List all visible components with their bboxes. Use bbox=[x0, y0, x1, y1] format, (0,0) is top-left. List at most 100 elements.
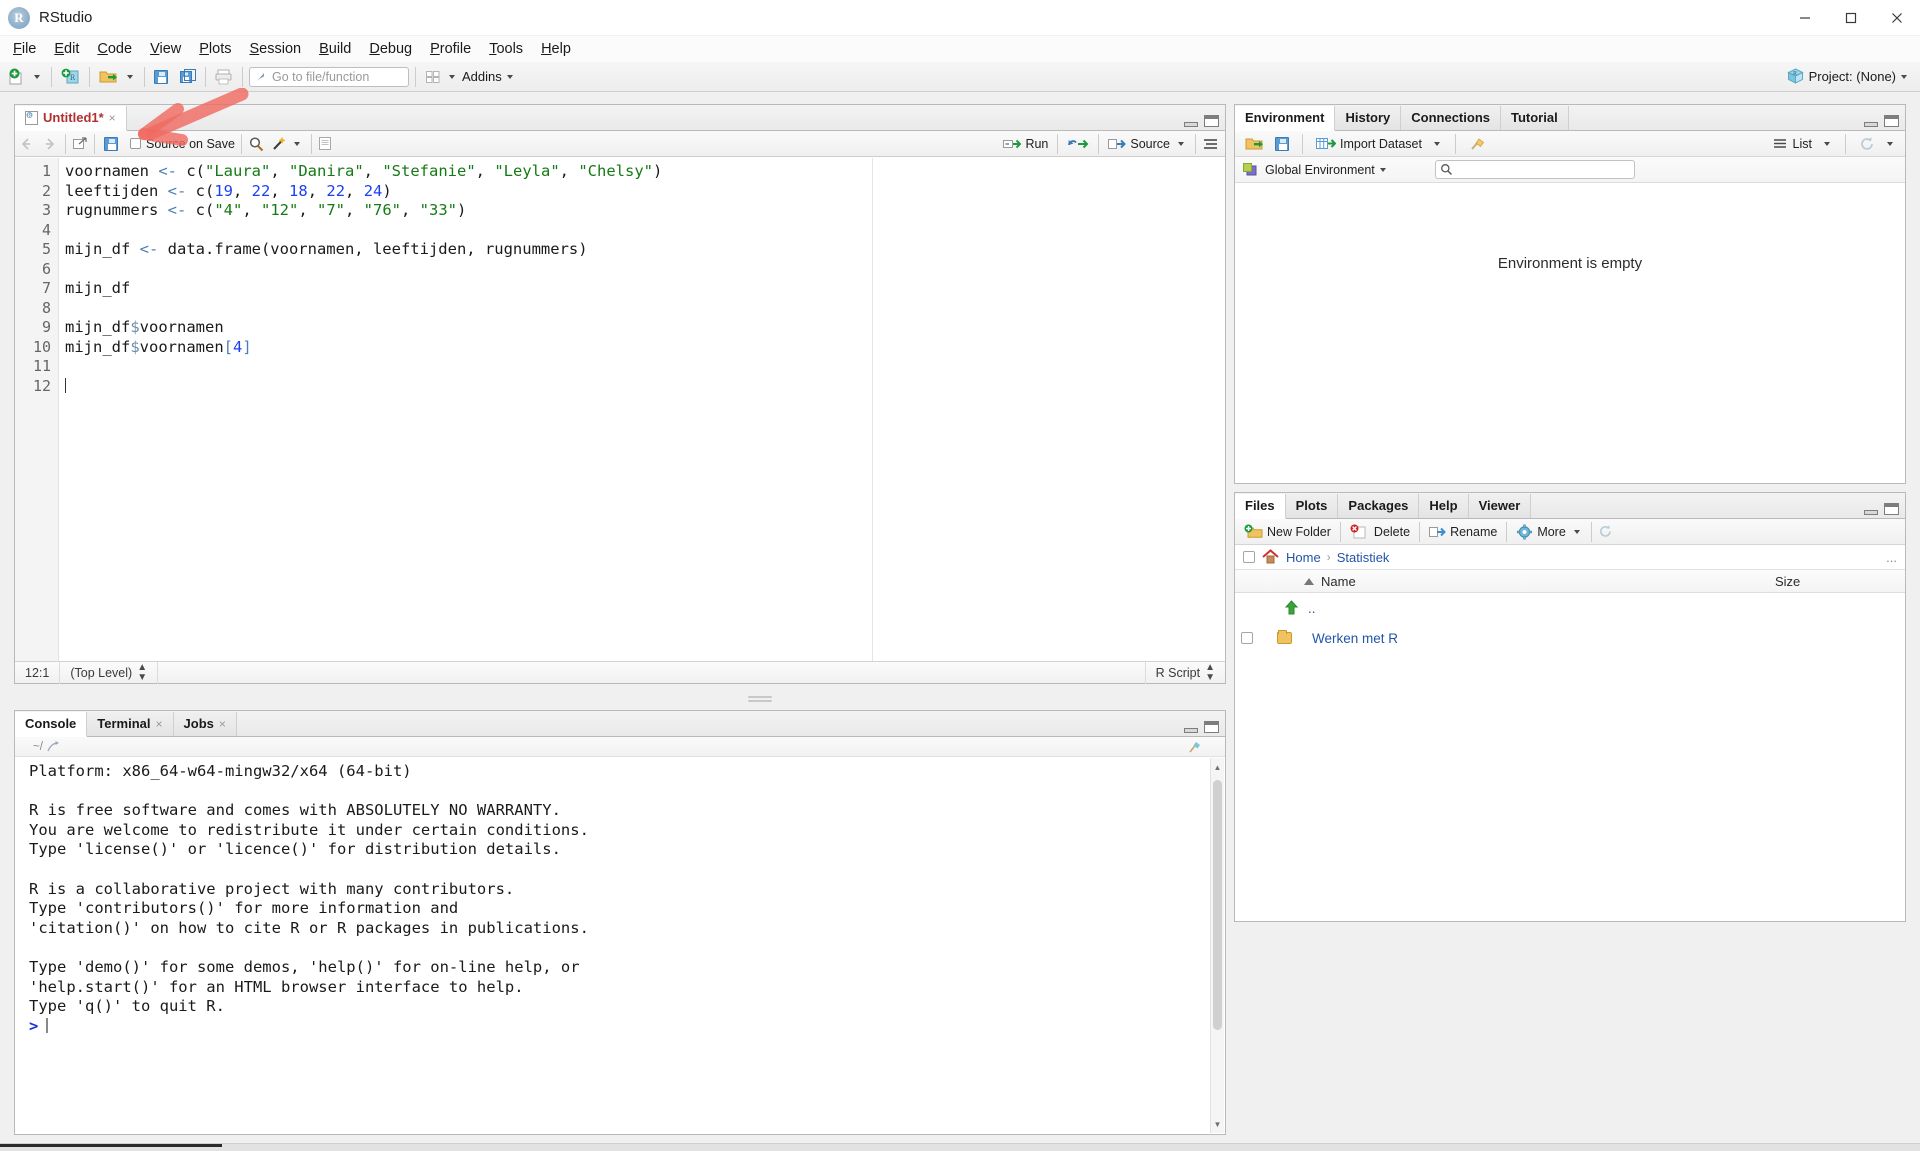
print-button[interactable] bbox=[212, 67, 236, 87]
source-on-save-checkbox[interactable] bbox=[130, 138, 141, 149]
code-line[interactable]: voornamen <- c("Laura", "Danira", "Stefa… bbox=[65, 162, 1225, 182]
search-icon[interactable] bbox=[248, 136, 265, 152]
compile-report-icon[interactable] bbox=[318, 136, 332, 151]
new-project-button[interactable]: R bbox=[58, 66, 83, 87]
list-item-name[interactable]: Werken met R bbox=[1312, 631, 1398, 646]
source-button[interactable]: Source bbox=[1105, 135, 1173, 153]
show-in-new-window-icon[interactable] bbox=[72, 136, 88, 151]
code-line[interactable] bbox=[65, 299, 1225, 319]
tab-history[interactable]: History bbox=[1335, 106, 1402, 130]
breadcrumb-overflow[interactable]: ... bbox=[1886, 550, 1897, 565]
minimize-pane-icon[interactable] bbox=[1184, 728, 1198, 733]
refresh-environment-button[interactable] bbox=[1856, 134, 1878, 154]
tab-files[interactable]: Files bbox=[1235, 494, 1286, 519]
list-item-name[interactable]: .. bbox=[1308, 601, 1316, 616]
forward-arrow-icon[interactable] bbox=[38, 137, 55, 151]
close-icon[interactable]: × bbox=[156, 717, 163, 731]
tab-tutorial[interactable]: Tutorial bbox=[1501, 106, 1569, 130]
file-type-selector[interactable]: R Script ▲ ▼ bbox=[1144, 661, 1225, 684]
code-line[interactable]: rugnummers <- c("4", "12", "7", "76", "3… bbox=[65, 201, 1225, 221]
refresh-icon[interactable] bbox=[1598, 524, 1613, 539]
console-path-label[interactable]: ~/ bbox=[33, 741, 43, 753]
import-dataset-dropdown-icon[interactable] bbox=[1433, 141, 1440, 146]
tab-console[interactable]: Console bbox=[15, 712, 88, 737]
project-selector[interactable]: R Project: (None) bbox=[1786, 68, 1912, 85]
back-arrow-icon[interactable] bbox=[21, 137, 38, 151]
code-line[interactable]: mijn_df$voornamen[4] bbox=[65, 338, 1225, 358]
code-line[interactable] bbox=[65, 377, 1225, 397]
import-dataset-button[interactable]: Import Dataset bbox=[1313, 134, 1425, 154]
tab-packages[interactable]: Packages bbox=[1338, 494, 1420, 518]
rerun-button[interactable] bbox=[1064, 135, 1092, 153]
close-icon[interactable]: × bbox=[219, 717, 226, 731]
scrollbar-thumb[interactable] bbox=[1213, 780, 1222, 1030]
row-checkbox[interactable] bbox=[1241, 632, 1253, 644]
list-item[interactable]: .. bbox=[1235, 593, 1905, 623]
menu-debug[interactable]: Debug bbox=[360, 38, 421, 60]
minimize-pane-icon[interactable] bbox=[1864, 122, 1878, 127]
save-workspace-button[interactable] bbox=[1272, 135, 1292, 153]
addins-dropdown-icon[interactable] bbox=[506, 74, 513, 79]
menu-help[interactable]: Help bbox=[532, 38, 580, 60]
tab-jobs[interactable]: Jobs × bbox=[173, 712, 237, 736]
panes-dropdown-icon[interactable] bbox=[449, 74, 455, 79]
broom-icon[interactable] bbox=[1187, 740, 1203, 754]
list-dropdown-icon[interactable] bbox=[1824, 141, 1830, 146]
environment-view-mode-button[interactable]: List bbox=[1769, 135, 1815, 153]
pane-splitter-handle[interactable] bbox=[748, 694, 772, 702]
menu-session[interactable]: Session bbox=[241, 38, 311, 60]
select-all-checkbox[interactable] bbox=[1243, 551, 1255, 563]
console-scrollbar[interactable]: ▲ ▼ bbox=[1210, 758, 1224, 1133]
code-line[interactable]: mijn_df bbox=[65, 279, 1225, 299]
run-button[interactable]: Run bbox=[1000, 135, 1051, 153]
breadcrumb-home[interactable]: Home bbox=[1286, 550, 1321, 565]
new-file-dropdown-icon[interactable] bbox=[34, 74, 40, 79]
close-icon[interactable]: × bbox=[109, 111, 116, 125]
tab-viewer[interactable]: Viewer bbox=[1468, 494, 1532, 518]
code-editor[interactable]: 1 2 3 4 5 6 7 8 9 10 11 12 voornamen <- c("Laura", … bbox=[15, 158, 1225, 661]
scroll-up-icon[interactable]: ▲ bbox=[1211, 760, 1224, 774]
source-on-save-toggle[interactable]: Source on Save bbox=[130, 137, 235, 151]
code-line[interactable] bbox=[65, 357, 1225, 377]
minimize-button[interactable] bbox=[1782, 0, 1828, 36]
project-dropdown-icon[interactable] bbox=[1901, 74, 1907, 79]
scroll-down-icon[interactable]: ▼ bbox=[1211, 1117, 1224, 1131]
tab-environment[interactable]: Environment bbox=[1235, 106, 1336, 131]
refresh-dropdown-icon[interactable] bbox=[1887, 141, 1893, 146]
code-line[interactable] bbox=[65, 221, 1225, 241]
maximize-pane-icon[interactable] bbox=[1884, 115, 1899, 127]
code-line[interactable]: mijn_df <- data.frame(voornamen, leeftij… bbox=[65, 240, 1225, 260]
breadcrumb-current[interactable]: Statistiek bbox=[1337, 550, 1390, 565]
delete-button[interactable]: Delete bbox=[1347, 522, 1413, 542]
environment-scope-dropdown-icon[interactable] bbox=[1379, 167, 1386, 172]
save-all-button[interactable] bbox=[177, 67, 199, 87]
menu-tools[interactable]: Tools bbox=[480, 38, 532, 60]
document-outline-icon[interactable] bbox=[1202, 137, 1219, 151]
maximize-button[interactable] bbox=[1828, 0, 1874, 36]
maximize-pane-icon[interactable] bbox=[1884, 503, 1899, 515]
popout-icon[interactable] bbox=[47, 740, 60, 753]
code-line[interactable]: mijn_df$voornamen bbox=[65, 318, 1225, 338]
column-size[interactable]: Size bbox=[1775, 574, 1800, 589]
save-button[interactable] bbox=[151, 68, 171, 86]
tab-connections[interactable]: Connections bbox=[1401, 106, 1501, 130]
minimize-pane-icon[interactable] bbox=[1864, 510, 1878, 515]
environment-search-input[interactable] bbox=[1435, 160, 1635, 179]
maximize-pane-icon[interactable] bbox=[1204, 721, 1219, 733]
addins-button[interactable]: Addins bbox=[462, 69, 502, 84]
tab-terminal[interactable]: Terminal × bbox=[87, 712, 174, 736]
goto-file-function-input[interactable]: Go to file/function bbox=[249, 66, 409, 87]
clear-environment-button[interactable] bbox=[1466, 134, 1490, 154]
tab-plots[interactable]: Plots bbox=[1285, 494, 1339, 518]
menu-build[interactable]: Build bbox=[310, 38, 360, 60]
code-line[interactable]: leeftijden <- c(19, 22, 18, 22, 24) bbox=[65, 182, 1225, 202]
menu-code[interactable]: Code bbox=[88, 38, 141, 60]
rename-button[interactable]: Rename bbox=[1426, 523, 1500, 541]
open-file-dropdown-icon[interactable] bbox=[127, 74, 133, 79]
tab-help[interactable]: Help bbox=[1419, 494, 1469, 518]
code-line[interactable] bbox=[65, 260, 1225, 280]
home-icon[interactable] bbox=[1261, 549, 1280, 565]
code-tools-dropdown-icon[interactable] bbox=[293, 141, 300, 146]
minimize-pane-icon[interactable] bbox=[1184, 122, 1198, 127]
load-workspace-button[interactable] bbox=[1242, 133, 1268, 154]
